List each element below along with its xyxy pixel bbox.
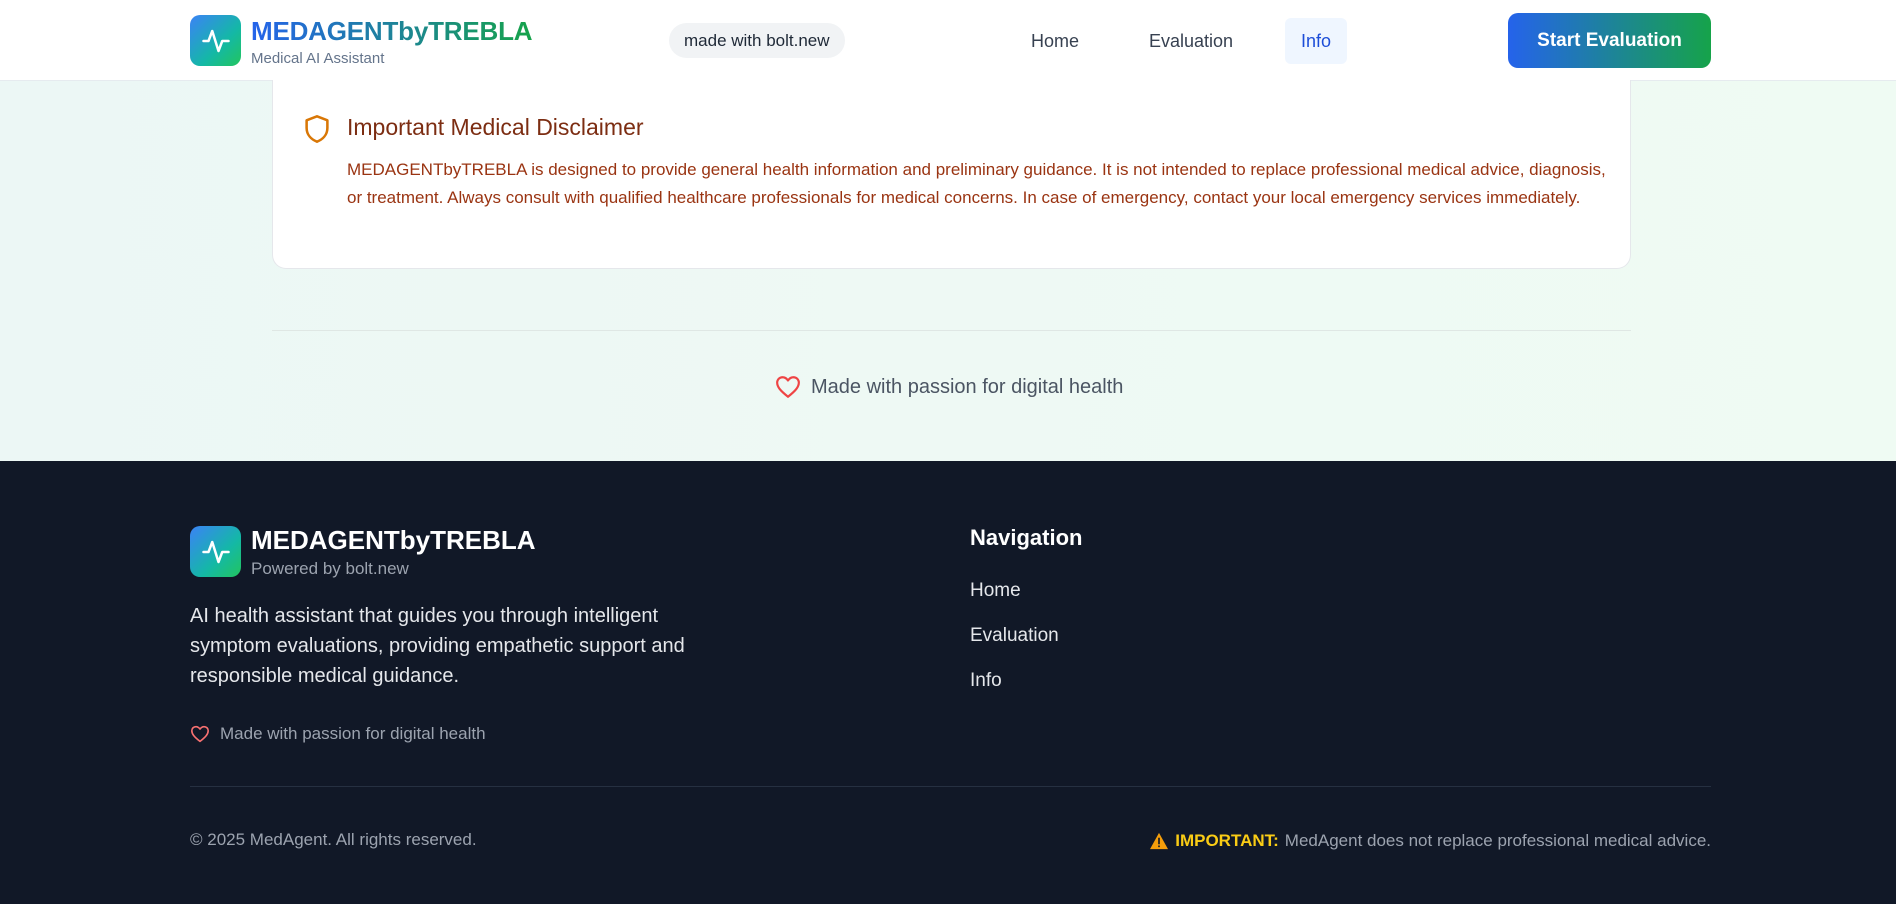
activity-pulse-icon [201, 29, 230, 52]
footer-nav-title: Navigation [970, 525, 1083, 550]
passion-note-text: Made with passion for digital health [811, 375, 1124, 398]
passion-note: Made with passion for digital health [775, 372, 1123, 402]
warning-label: IMPORTANT: [1175, 831, 1279, 850]
nav-home[interactable]: Home [1015, 18, 1095, 64]
warning-text: MedAgent does not replace professional m… [1284, 831, 1711, 850]
shield-icon [303, 114, 331, 149]
footer-divider [190, 786, 1711, 787]
footer-link-home[interactable]: Home [970, 580, 1021, 602]
start-evaluation-button[interactable]: Start Evaluation [1508, 13, 1711, 68]
footer: MEDAGENTbyTREBLA Powered by bolt.new AI … [0, 461, 1896, 904]
nav-info[interactable]: Info [1285, 18, 1348, 64]
footer-passion-note: Made with passion for digital health [190, 721, 486, 747]
footer-brand: MEDAGENTbyTREBLA [251, 525, 536, 555]
copyright: © 2025 MedAgent. All rights reserved. [190, 830, 477, 849]
top-navbar: MEDAGENTbyTREBLA Medical AI Assistant ma… [0, 0, 1896, 81]
activity-pulse-icon [201, 540, 230, 563]
logo-badge[interactable] [190, 15, 241, 66]
footer-logo-badge [190, 526, 241, 577]
nav-evaluation[interactable]: Evaluation [1133, 18, 1249, 64]
heart-icon [191, 725, 209, 743]
brand-tagline: Medical AI Assistant [251, 50, 385, 67]
footer-link-evaluation[interactable]: Evaluation [970, 625, 1059, 647]
medical-disclaimer-card: Important Medical Disclaimer MEDAGENTbyT… [272, 80, 1631, 269]
section-divider [272, 330, 1631, 331]
medical-warning: IMPORTANT: MedAgent does not replace pro… [1149, 829, 1711, 853]
footer-link-info[interactable]: Info [970, 670, 1002, 692]
heart-icon [776, 376, 800, 398]
bolt-badge[interactable]: made with bolt.new [669, 23, 845, 58]
disclaimer-text: MEDAGENTbyTREBLA is designed to provide … [347, 160, 1606, 207]
footer-powered-by: Powered by bolt.new [251, 559, 409, 578]
warning-triangle-icon [1150, 832, 1169, 850]
footer-passion-text: Made with passion for digital health [220, 724, 486, 743]
disclaimer-title: Important Medical Disclaimer [347, 114, 644, 140]
footer-description: AI health assistant that guides you thro… [190, 605, 685, 687]
brand-title[interactable]: MEDAGENTbyTREBLA [251, 16, 533, 47]
